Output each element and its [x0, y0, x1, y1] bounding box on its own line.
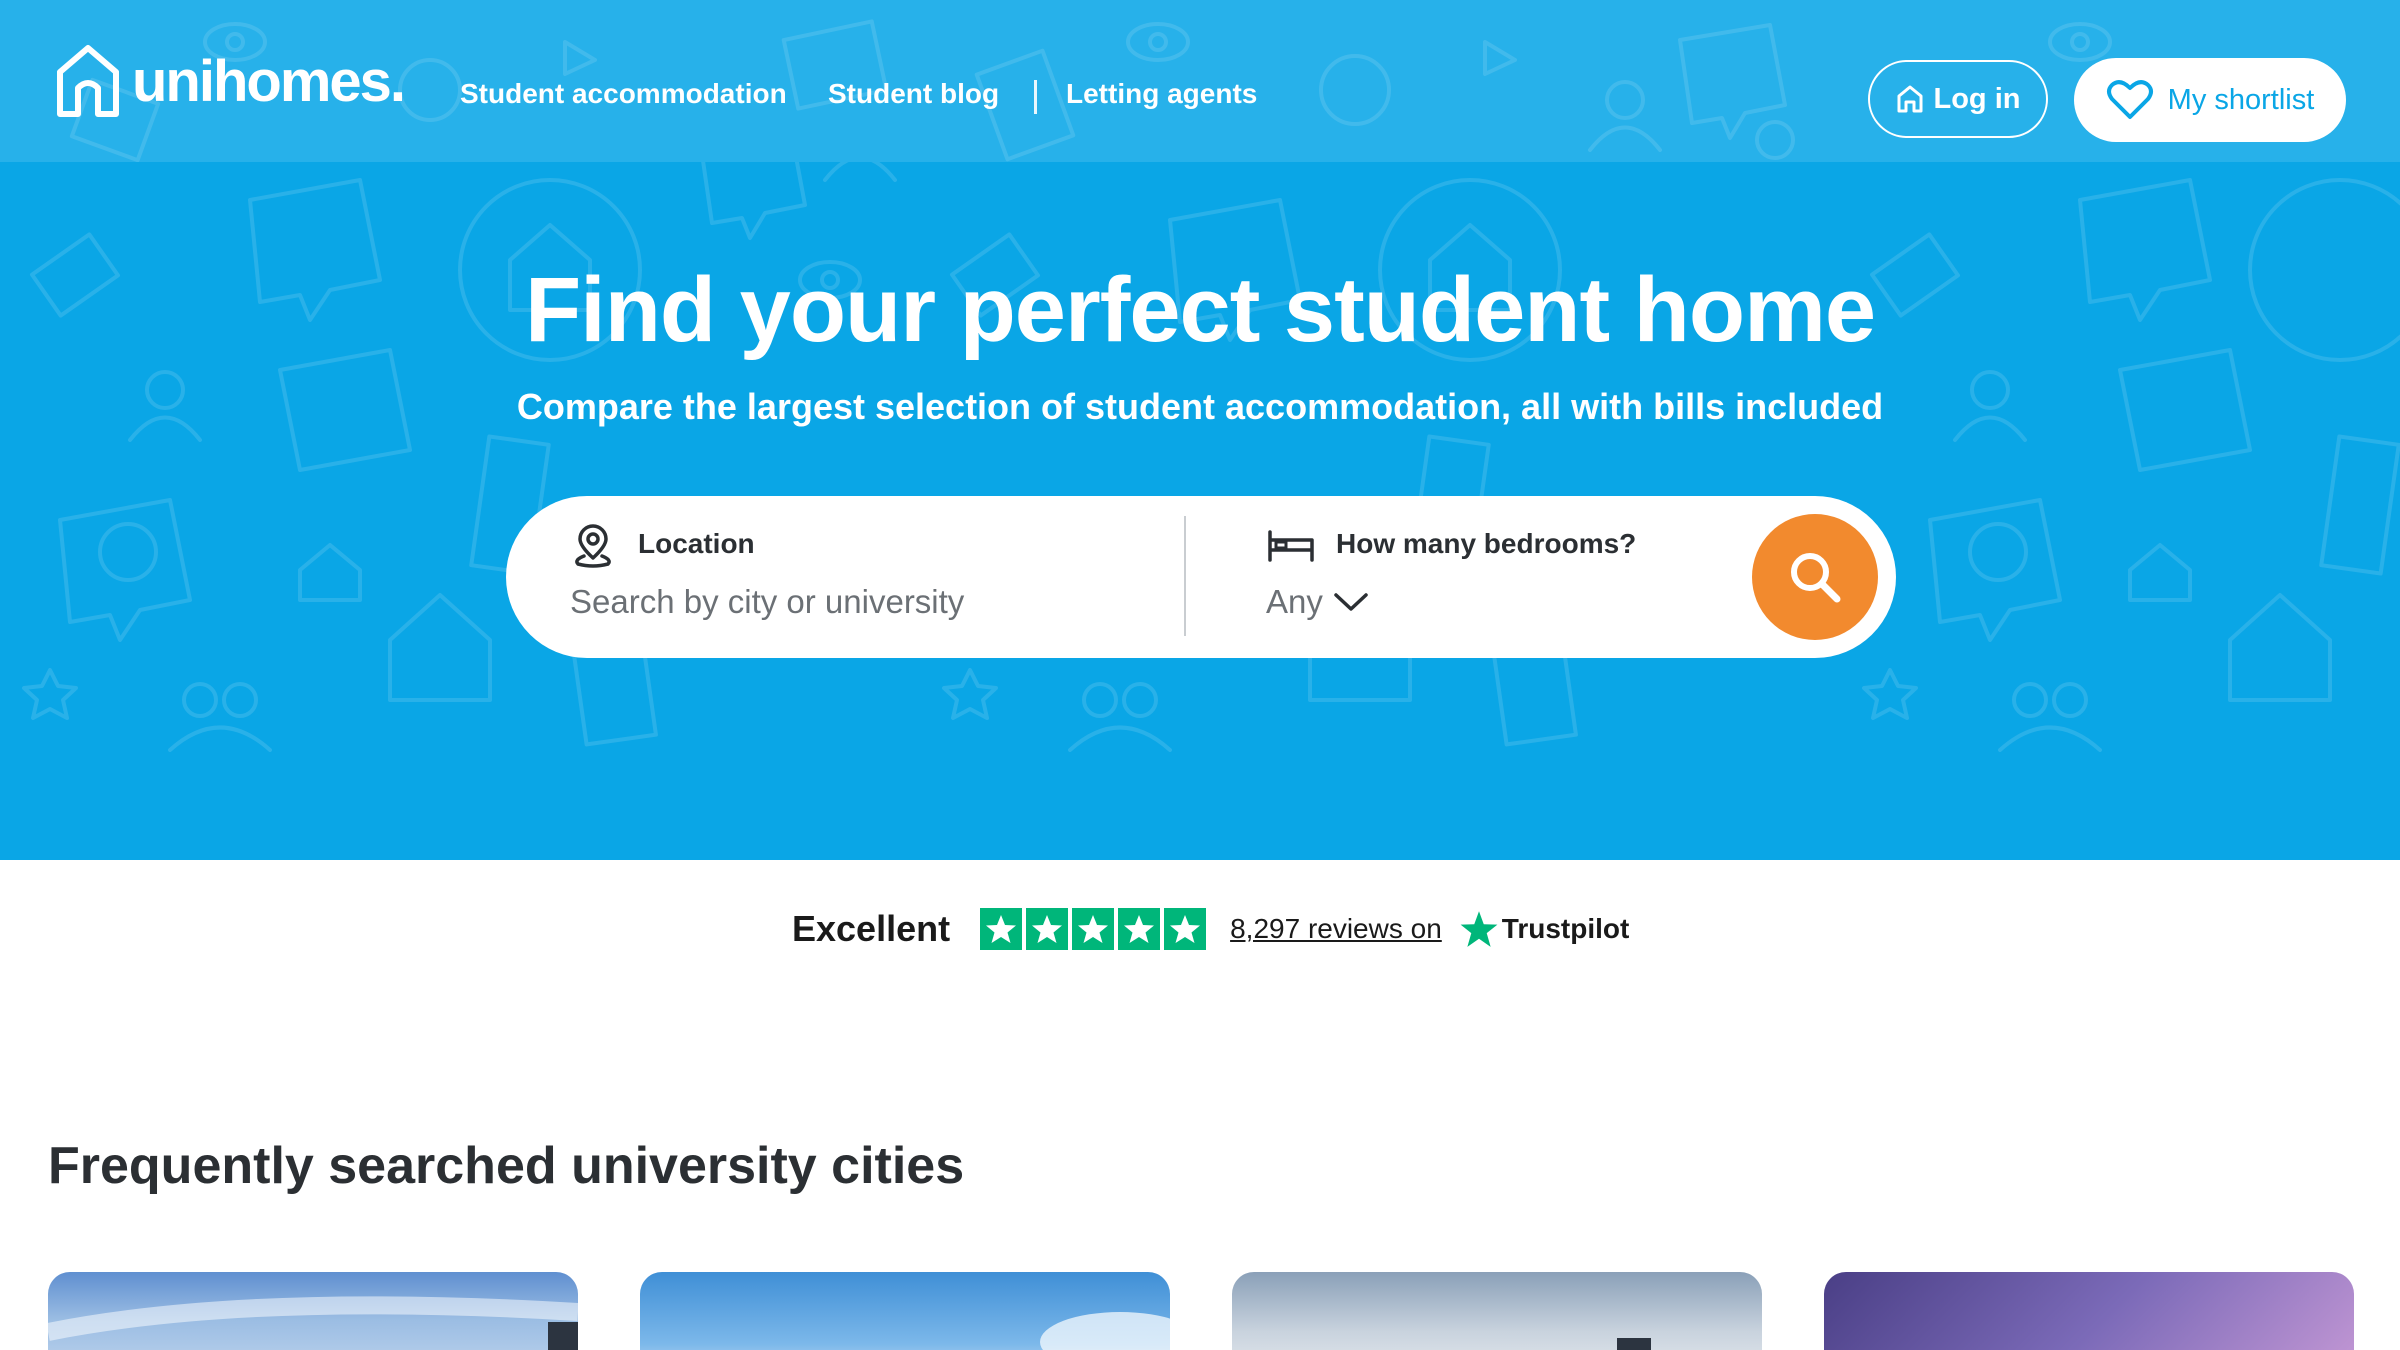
city-image — [48, 1296, 578, 1350]
star-icon — [1072, 908, 1115, 950]
chevron-down-icon — [1334, 593, 1368, 611]
login-button[interactable]: Log in — [1868, 60, 2048, 138]
shortlist-label: My shortlist — [2167, 83, 2315, 116]
trustpilot-reviews-link[interactable]: 8,297 reviews on — [1230, 913, 1442, 945]
logo-text: unihomes. — [132, 48, 406, 114]
star-icon — [1026, 908, 1069, 950]
nav-link-student-accommodation[interactable]: Student accommodation — [460, 78, 787, 110]
trustpilot-rating-word: Excellent — [792, 908, 951, 949]
location-search-input[interactable] — [570, 580, 1130, 624]
trustpilot-stars — [980, 908, 1207, 950]
trustpilot-brand: Trustpilot — [1501, 913, 1630, 944]
location-pin-icon — [575, 524, 611, 568]
trustpilot-widget[interactable]: Excellent 8,297 reviews on Trustpilot — [792, 902, 1629, 956]
shortlist-button[interactable]: My shortlist — [2074, 58, 2346, 142]
city-card[interactable] — [1232, 1272, 1762, 1350]
star-icon — [1118, 908, 1161, 950]
search-button[interactable] — [1752, 514, 1878, 640]
bed-icon — [1268, 530, 1314, 562]
bedrooms-value: Any — [1266, 583, 1323, 620]
login-label: Log in — [1933, 82, 2021, 115]
search-icon — [1791, 553, 1841, 603]
nav-link-student-blog[interactable]: Student blog — [828, 78, 999, 110]
hero-title: Find your perfect student home — [524, 259, 1876, 361]
hero-section: unihomes. Student accommodation Student … — [0, 0, 2400, 860]
city-card[interactable] — [640, 1272, 1170, 1350]
top-navbar: unihomes. Student accommodation Student … — [0, 0, 2400, 162]
city-card[interactable] — [1824, 1272, 2354, 1350]
trustpilot-star-icon — [1460, 911, 1498, 947]
search-divider — [1184, 516, 1186, 636]
city-card[interactable] — [48, 1272, 578, 1350]
house-logo-icon — [57, 45, 119, 117]
unihomes-logo[interactable]: unihomes. — [54, 40, 406, 122]
city-image — [1824, 1272, 2354, 1350]
location-label: Location — [638, 528, 755, 559]
bedrooms-label: How many bedrooms? — [1336, 528, 1637, 559]
hero-subtitle: Compare the largest selection of student… — [516, 386, 1884, 427]
city-image — [1040, 1312, 1170, 1350]
home-icon — [1897, 85, 1922, 113]
star-icon — [1164, 908, 1207, 950]
trustpilot-logo[interactable]: Trustpilot — [1460, 910, 1630, 948]
heart-icon — [2106, 80, 2153, 119]
nav-divider — [1034, 80, 1037, 114]
cities-section-title: Frequently searched university cities — [48, 1137, 965, 1195]
city-image — [1617, 1338, 1651, 1350]
nav-link-letting-agents[interactable]: Letting agents — [1066, 78, 1257, 110]
bedrooms-select[interactable]: Any — [1266, 580, 1369, 624]
star-icon — [980, 908, 1023, 950]
search-bar: Location How many bedrooms? Any — [506, 496, 1896, 658]
